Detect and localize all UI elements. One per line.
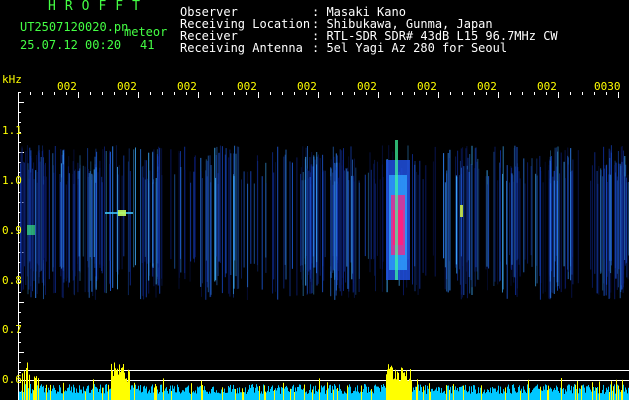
time-tick-label: 002: [477, 80, 497, 93]
date-time: 25.07.12 00:20: [20, 38, 122, 52]
info-value-antenna: : 5el Yagi Az 280 for Seoul: [312, 41, 508, 55]
meteor-echo-strong: [386, 140, 463, 280]
y-tick-label: 1.1: [2, 124, 22, 137]
spectrogram-canvas: [18, 92, 629, 400]
time-tick-label: 002: [237, 80, 257, 93]
time-tick-label: 002: [417, 80, 437, 93]
time-tick-label: 0030: [594, 80, 621, 93]
app-title: HROFFT: [48, 0, 149, 14]
time-tick-label: 002: [177, 80, 197, 93]
time-tick-label: 002: [117, 80, 137, 93]
echo-count: 41: [140, 38, 155, 52]
y-tick-label: 0.8: [2, 274, 22, 287]
signal-level-meter: [19, 362, 629, 400]
time-tick-label: 002: [537, 80, 557, 93]
left-axis-line: [18, 92, 19, 400]
y-tick-label: 0.9: [2, 224, 22, 237]
info-key-antenna: Receiving Antenna: [180, 41, 303, 55]
file-tag: meteor: [124, 25, 168, 39]
time-tick-label: 002: [57, 80, 77, 93]
time-tick-marks: [18, 92, 619, 98]
y-tick-label: 0.7: [2, 323, 22, 336]
file-name: UT2507120020.pn: [20, 20, 129, 34]
y-tick-label: 0.6: [2, 373, 22, 386]
meteor-echo-streaks: [20, 145, 629, 300]
time-tick-label: 002: [297, 80, 317, 93]
signal-level-lines: [18, 370, 629, 381]
y-tick-label: 1.0: [2, 174, 22, 187]
frequency-unit-label: kHz: [2, 73, 22, 86]
time-tick-label: 002: [357, 80, 377, 93]
